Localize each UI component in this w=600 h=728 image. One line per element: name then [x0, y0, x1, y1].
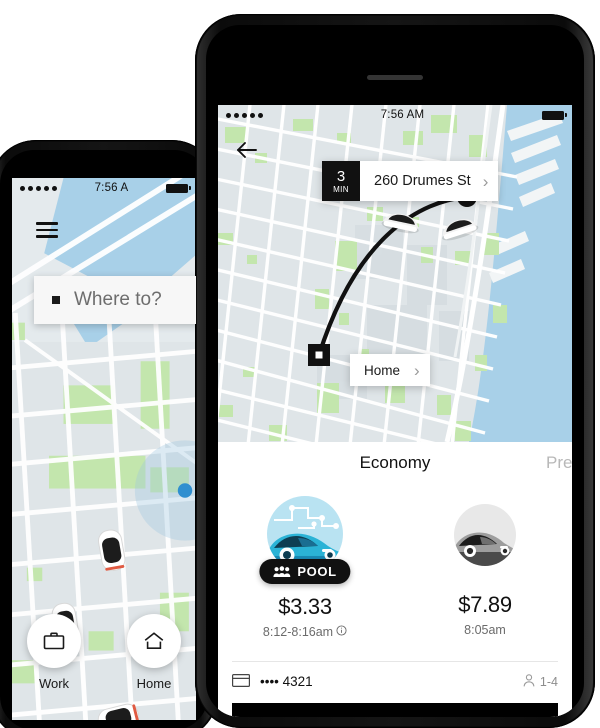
payment-row: •••• 4321 1-4: [232, 661, 558, 699]
payment-label: •••• 4321: [260, 674, 313, 689]
left-phone-bezel: 7:56 A Where to? Work Home: [0, 150, 208, 728]
destination-card[interactable]: Home ›: [350, 354, 430, 386]
left-status-bar: 7:56 A: [12, 178, 196, 198]
right-phone-screen: 7:56 AM 3 MIN 260 Drumes St › Home › Eco…: [218, 105, 572, 717]
battery-icon: [542, 110, 567, 120]
right-status-bar: 7:56 AM: [218, 105, 572, 125]
left-phone-screen: 7:56 A Where to? Work Home: [12, 178, 196, 720]
ride-category-tabs: Economy Premium: [218, 442, 572, 484]
right-phone-bezel: 7:56 AM 3 MIN 260 Drumes St › Home › Eco…: [206, 25, 584, 717]
pickup-address-card[interactable]: 3 MIN 260 Drumes St ›: [322, 161, 499, 201]
pool-badge-label: POOL: [297, 564, 337, 579]
shortcut-work-label: Work: [38, 676, 70, 691]
info-circle-icon[interactable]: [336, 625, 347, 639]
uberx-eta-text: 8:05am: [464, 623, 506, 637]
uberx-car-illustration: [450, 502, 520, 572]
left-phone-device: 7:56 A Where to? Work Home: [0, 140, 218, 728]
pool-eta-text: 8:12-8:16am: [262, 625, 334, 639]
tab-premium[interactable]: Premium: [546, 453, 572, 473]
destination-label: Home: [364, 362, 401, 378]
shortcut-work[interactable]: Work: [17, 614, 91, 714]
pool-price: $3.33: [278, 594, 332, 619]
uberx-price: $7.89: [458, 592, 512, 617]
pickup-address-text: 260 Drumes St: [374, 173, 471, 189]
credit-card-icon: [232, 673, 250, 690]
status-time: 7:56 AM: [380, 109, 425, 121]
search-placeholder: Where to?: [74, 289, 162, 310]
signal-dots-icon: [226, 112, 263, 118]
shortcut-home-label: Home: [136, 676, 172, 691]
shortcut-home[interactable]: Home: [117, 614, 191, 714]
capacity-indicator[interactable]: 1-4: [523, 673, 558, 690]
ride-option-uberx[interactable]: $7.89 8:05am: [415, 494, 555, 639]
person-icon: [523, 673, 535, 690]
signal-dots-icon: [20, 185, 57, 191]
back-arrow-icon[interactable]: [234, 137, 260, 163]
uberx-eta: 8:05am: [464, 623, 506, 637]
ride-options-sheet: Economy Premium: [218, 442, 572, 717]
briefcase-icon: [27, 614, 81, 668]
request-pool-button[interactable]: REQUEST POOL: [232, 703, 558, 717]
pool-eta: 8:12-8:16am: [263, 625, 347, 639]
pool-car-illustration: POOL: [259, 494, 351, 584]
shortcut-row: Work Home: [12, 614, 196, 714]
hamburger-menu-icon[interactable]: [36, 222, 58, 238]
payment-method[interactable]: •••• 4321: [232, 673, 313, 690]
pickup-eta-badge: 3 MIN: [322, 161, 360, 201]
screenshot-stage: 7:56 A Where to? Work Home 7:56 AM 3 MIN…: [0, 0, 600, 728]
tab-economy[interactable]: Economy: [218, 453, 572, 473]
earpiece-speaker: [367, 75, 423, 80]
right-phone-device: 7:56 AM 3 MIN 260 Drumes St › Home › Eco…: [195, 14, 595, 728]
pool-badge: POOL: [259, 559, 351, 584]
pickup-eta-unit: MIN: [333, 184, 349, 194]
chevron-right-icon: ›: [482, 171, 489, 191]
status-time: 7:56 A: [94, 182, 129, 194]
battery-icon: [166, 183, 191, 193]
ride-option-list: POOL $3.33 8:12-8:16am $7.89 8:05am: [218, 494, 572, 639]
people-group-icon: [273, 565, 291, 578]
pickup-address: 260 Drumes St ›: [360, 161, 499, 201]
search-input[interactable]: Where to?: [34, 276, 196, 324]
pickup-eta-number: 3: [336, 167, 346, 185]
house-icon: [127, 614, 181, 668]
right-map[interactable]: 7:56 AM 3 MIN 260 Drumes St › Home ›: [218, 105, 572, 442]
chevron-right-icon: ›: [414, 360, 420, 380]
square-marker-icon: [52, 296, 60, 304]
capacity-label: 1-4: [539, 674, 558, 689]
ride-option-pool[interactable]: POOL $3.33 8:12-8:16am: [235, 494, 375, 639]
